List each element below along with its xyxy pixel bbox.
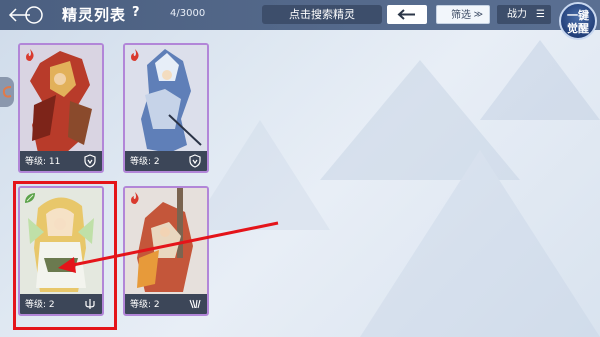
side-tab[interactable]: [0, 77, 14, 107]
selection-highlight: [13, 181, 117, 330]
shield-emblem-icon: [189, 154, 201, 168]
page-title: 精灵列表: [62, 6, 127, 24]
fire-icon: [131, 49, 139, 61]
level-label: 等级: 11: [25, 157, 61, 167]
back-button[interactable]: [4, 4, 44, 26]
power-label: 战力: [507, 9, 527, 20]
sort-icon: ☰: [536, 9, 545, 20]
chevron-down-icon: ≫: [473, 10, 483, 20]
help-button[interactable]: ?: [132, 5, 140, 20]
spirit-card[interactable]: 等级: 2: [123, 186, 209, 316]
spirit-count: 4/3000: [170, 8, 206, 19]
sort-direction-button[interactable]: [387, 5, 427, 24]
fire-icon: [26, 49, 34, 61]
shield-emblem-icon: [84, 154, 96, 168]
search-button[interactable]: 点击搜索精灵: [262, 5, 382, 24]
level-label: 等级: 2: [130, 300, 160, 310]
spirit-card[interactable]: 等级: 2: [123, 43, 209, 173]
back-arrow-icon: [8, 6, 43, 24]
level-label: 等级: 2: [130, 157, 160, 167]
top-bar: 精灵列表 ? 4/3000 点击搜索精灵 筛选 ≫ 战力 ☰: [0, 0, 600, 30]
left-arrow-icon: [397, 9, 415, 20]
power-sort-button[interactable]: 战力 ☰: [497, 5, 551, 24]
wing-emblem-icon: [189, 299, 201, 309]
awaken-label-line2: 觉醒: [567, 22, 589, 35]
fire-icon: [131, 192, 139, 204]
filter-button[interactable]: 筛选 ≫: [436, 5, 490, 24]
spirit-card[interactable]: 等级: 11: [18, 43, 104, 173]
one-click-awaken-button[interactable]: 一键 觉醒: [559, 2, 597, 40]
filter-label: 筛选: [451, 10, 471, 21]
swirl-icon: [2, 86, 12, 98]
awaken-label-line1: 一键: [567, 9, 589, 22]
